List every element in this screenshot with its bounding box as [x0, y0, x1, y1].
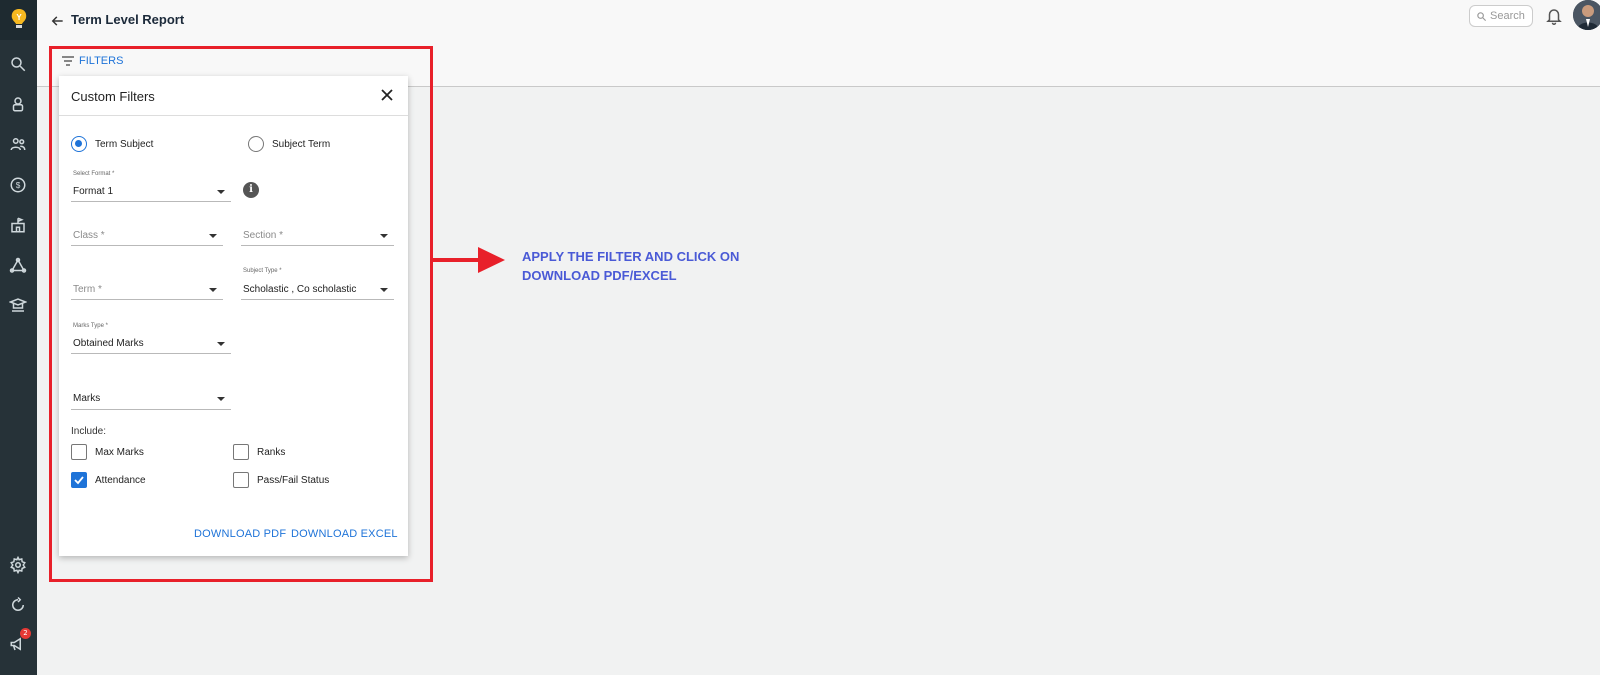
filters-label: FILTERS — [79, 55, 124, 67]
radio-subject-term[interactable]: Subject Term — [248, 136, 330, 152]
settings-gear-icon[interactable] — [4, 551, 32, 579]
class-dropdown[interactable]: Class * — [71, 222, 223, 246]
download-excel-button[interactable]: DOWNLOAD EXCEL — [291, 528, 398, 540]
user-avatar[interactable] — [1573, 0, 1600, 30]
chevron-down-icon — [380, 288, 388, 292]
annotation-line-2: DOWNLOAD PDF/EXCEL — [522, 268, 677, 283]
checkbox-box — [71, 444, 87, 460]
app-logo[interactable]: Y — [0, 0, 37, 40]
notification-bell-icon[interactable] — [1545, 7, 1563, 25]
arrow-right-icon — [432, 247, 505, 273]
field-value: Obtained Marks — [73, 338, 144, 349]
select-format-dropdown[interactable]: Select Format * Format 1 — [71, 168, 231, 202]
svg-text:Y: Y — [16, 13, 22, 22]
checkbox-label: Attendance — [95, 474, 146, 486]
checkbox-box — [233, 444, 249, 460]
marks-dropdown[interactable]: Marks — [71, 386, 231, 410]
term-dropdown[interactable]: Term * — [71, 276, 223, 300]
field-placeholder: Term * — [73, 284, 102, 295]
field-placeholder: Class * — [73, 230, 105, 241]
checkbox-max-marks[interactable]: Max Marks — [71, 444, 144, 460]
chevron-down-icon — [217, 342, 225, 346]
annotation-line-1: APPLY THE FILTER AND CLICK ON — [522, 249, 740, 264]
checkmark-icon — [74, 476, 84, 485]
user-photo — [1573, 0, 1600, 30]
radio-label: Term Subject — [95, 138, 154, 150]
page-header: Term Level Report FILTERS Search — [37, 0, 1600, 87]
dialog-title: Custom Filters — [71, 89, 155, 104]
section-dropdown[interactable]: Section * — [241, 222, 394, 246]
filter-icon — [62, 56, 74, 66]
instruction-annotation: APPLY THE FILTER AND CLICK ON DOWNLOAD P… — [522, 247, 739, 285]
search-icon — [1477, 11, 1487, 21]
search-input[interactable]: Search — [1469, 5, 1533, 27]
field-placeholder: Section * — [243, 230, 284, 241]
field-label: Select Format * — [73, 171, 115, 177]
radio-label: Subject Term — [272, 138, 331, 150]
announcement-megaphone-icon[interactable]: 2 — [4, 628, 32, 658]
sidebar: Y $ 2 — [0, 0, 37, 675]
back-button[interactable] — [49, 12, 67, 30]
fees-dollar-icon[interactable]: $ — [4, 171, 32, 199]
search-icon[interactable] — [4, 50, 32, 78]
field-value: Format 1 — [73, 186, 114, 197]
custom-filters-dialog: Custom Filters Term Subject Subject Term… — [59, 76, 408, 556]
checkbox-label: Max Marks — [95, 446, 144, 458]
marks-type-dropdown[interactable]: Marks Type * Obtained Marks — [71, 321, 231, 354]
close-icon[interactable] — [379, 87, 395, 103]
subject-type-dropdown[interactable]: Subject Type * Scholastic , Co scholasti… — [241, 266, 394, 300]
radio-circle — [248, 136, 264, 152]
chevron-down-icon — [209, 234, 217, 238]
checkbox-label: Ranks — [257, 446, 286, 458]
field-value: Marks — [73, 393, 101, 404]
checkbox-label: Pass/Fail Status — [257, 474, 330, 486]
refresh-icon[interactable] — [4, 591, 32, 619]
chevron-down-icon — [380, 234, 388, 238]
checkbox-attendance[interactable]: Attendance — [71, 472, 146, 488]
teacher-icon[interactable] — [4, 291, 32, 319]
radio-term-subject[interactable]: Term Subject — [71, 136, 153, 152]
arrow-left-icon — [51, 16, 63, 26]
student-icon[interactable] — [4, 90, 32, 118]
checkbox-pass-fail-status[interactable]: Pass/Fail Status — [233, 472, 329, 488]
page-title: Term Level Report — [71, 12, 185, 27]
radio-circle-selected — [71, 136, 87, 152]
filters-button[interactable]: FILTERS — [61, 55, 123, 67]
field-value: Scholastic , Co scholastic — [243, 284, 357, 295]
chevron-down-icon — [209, 288, 217, 292]
checkbox-box — [233, 472, 249, 488]
chevron-down-icon — [217, 397, 225, 401]
checkbox-box-checked — [71, 472, 87, 488]
people-icon[interactable] — [4, 130, 32, 158]
checkbox-ranks[interactable]: Ranks — [233, 444, 285, 460]
download-pdf-button[interactable]: DOWNLOAD PDF — [194, 528, 286, 540]
network-icon[interactable] — [4, 252, 32, 280]
field-label: Subject Type * — [243, 268, 282, 274]
svg-text:$: $ — [16, 181, 21, 190]
school-building-icon[interactable] — [4, 211, 32, 239]
dialog-header: Custom Filters — [59, 76, 408, 116]
info-icon[interactable]: i — [243, 182, 259, 198]
field-label: Marks Type * — [73, 323, 108, 329]
search-placeholder: Search — [1490, 10, 1525, 22]
include-label: Include: — [71, 426, 107, 437]
notification-badge: 2 — [20, 628, 31, 639]
bulb-logo-icon: Y — [11, 9, 26, 28]
chevron-down-icon — [217, 190, 225, 194]
